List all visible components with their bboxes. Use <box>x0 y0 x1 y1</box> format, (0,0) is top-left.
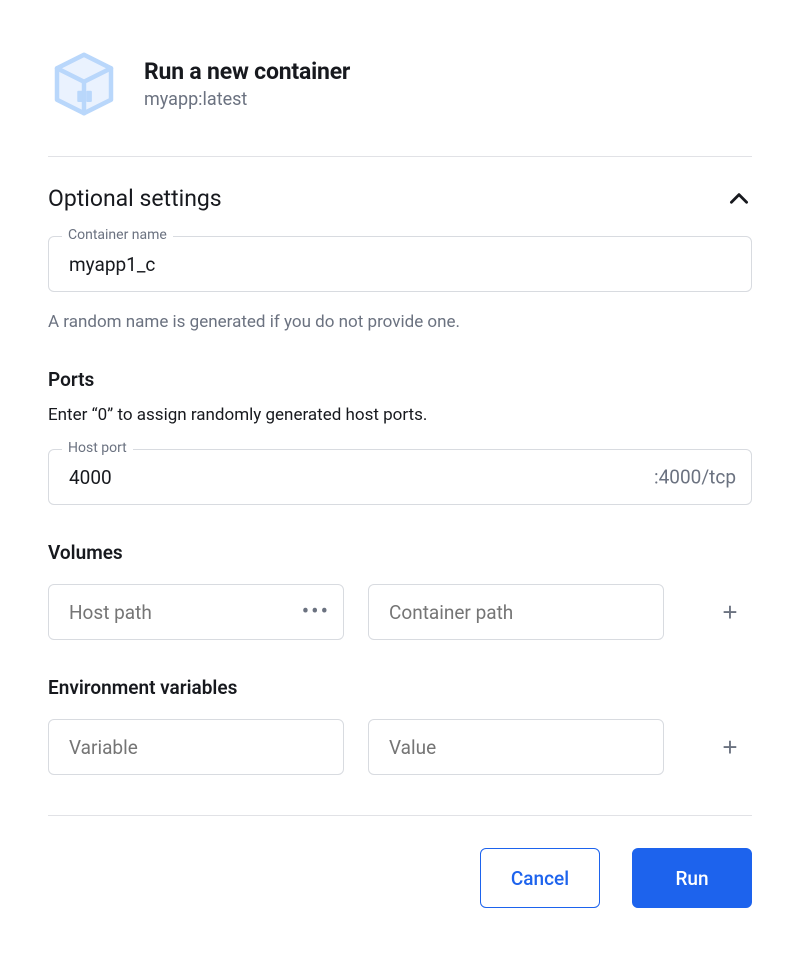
host-port-field: Host port :4000/tcp <box>48 449 752 505</box>
env-variable-input[interactable] <box>48 719 344 775</box>
run-container-dialog: Run a new container myapp:latest Optiona… <box>0 0 800 908</box>
cancel-button[interactable]: Cancel <box>480 848 600 908</box>
optional-settings-toggle[interactable]: Optional settings <box>48 185 752 212</box>
container-name-field: Container name <box>48 236 752 292</box>
volume-container-path-input[interactable] <box>368 584 664 640</box>
chevron-up-icon <box>726 186 752 212</box>
browse-host-path-button[interactable]: ••• <box>302 600 330 625</box>
image-tag: myapp:latest <box>144 89 350 110</box>
container-name-helper: A random name is generated if you do not… <box>48 312 752 332</box>
dialog-header: Run a new container myapp:latest <box>48 48 752 157</box>
optional-settings-heading: Optional settings <box>48 185 222 212</box>
host-port-input[interactable] <box>48 449 752 505</box>
dialog-footer: Cancel Run <box>48 815 752 908</box>
env-row: + <box>48 719 752 775</box>
port-mapping-suffix: :4000/tcp <box>654 466 736 489</box>
env-value-input[interactable] <box>368 719 664 775</box>
ports-heading: Ports <box>48 368 752 391</box>
ellipsis-icon: ••• <box>302 600 330 625</box>
container-name-input[interactable] <box>48 236 752 292</box>
add-env-button[interactable]: + <box>708 725 752 769</box>
host-port-label: Host port <box>62 440 133 456</box>
plus-icon: + <box>722 732 737 763</box>
run-button[interactable]: Run <box>632 848 752 908</box>
add-volume-button[interactable]: + <box>708 590 752 634</box>
container-cube-icon <box>48 48 120 120</box>
plus-icon: + <box>722 597 737 628</box>
dialog-header-text: Run a new container myapp:latest <box>144 58 350 110</box>
dialog-title: Run a new container <box>144 58 350 85</box>
volumes-heading: Volumes <box>48 541 752 564</box>
volume-row: ••• + <box>48 584 752 640</box>
ports-helper: Enter “0” to assign randomly generated h… <box>48 405 752 425</box>
container-name-label: Container name <box>62 227 173 243</box>
env-heading: Environment variables <box>48 676 752 699</box>
volume-host-path-input[interactable] <box>48 584 344 640</box>
